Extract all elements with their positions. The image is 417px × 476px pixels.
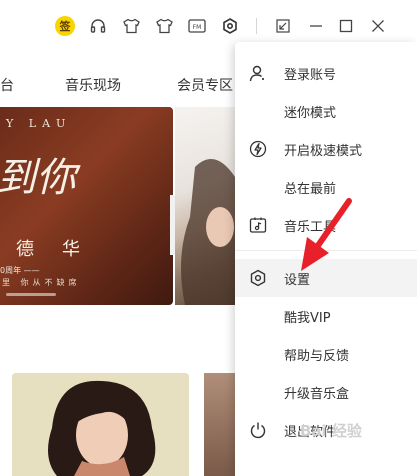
menu-item-mini-mode[interactable]: 迷你模式 [235, 92, 417, 130]
hero-banner[interactable]: Y LAU 到你 德华 0周年 —— 里 你从不缺席 [0, 107, 173, 305]
menu-item-login[interactable]: 登录账号 [235, 54, 417, 92]
sign-in-badge[interactable]: 签 [55, 16, 75, 36]
mini-mode-icon[interactable] [274, 17, 292, 35]
hero-anniversary-text: 0周年 —— [0, 266, 40, 275]
menu-item-help-feedback[interactable]: 帮助与反馈 [235, 335, 417, 373]
minimize-icon[interactable] [307, 17, 325, 35]
banner-side-image[interactable] [175, 107, 235, 305]
theme-shirt-icon[interactable] [155, 17, 173, 35]
nav-tab-vip-zone[interactable]: 会员专区 [177, 75, 233, 95]
title-separator [256, 18, 257, 34]
nav-tab-partial[interactable]: 台 [0, 75, 14, 95]
power-icon [248, 420, 268, 440]
nav-tab-live-music[interactable]: 音乐现场 [65, 75, 121, 95]
svg-text:FM: FM [193, 24, 202, 31]
watermark-text: Bai 经验 [300, 422, 362, 440]
menu-item-label: 登录账号 [284, 68, 337, 83]
hero-script-title: 到你 [0, 155, 76, 201]
user-icon [248, 63, 268, 83]
menu-item-label: 迷你模式 [284, 106, 337, 121]
menu-item-label: 帮助与反馈 [284, 349, 350, 364]
menu-item-label: 升级音乐盒 [284, 387, 350, 402]
menu-item-label: 酷我VIP [284, 311, 331, 326]
music-tool-icon [248, 215, 268, 235]
headphones-icon[interactable] [89, 17, 107, 35]
hero-artist-name: 德华 [16, 239, 108, 260]
menu-item-label: 开启极速模式 [284, 144, 363, 159]
menu-item-upgrade[interactable]: 升级音乐盒 [235, 373, 417, 411]
skin-shirt-icon[interactable] [122, 17, 140, 35]
settings-icon [248, 268, 268, 288]
fm-icon[interactable]: FM [188, 17, 206, 35]
album-card[interactable] [12, 373, 189, 476]
hero-subtitle: 里 你从不缺席 [2, 278, 81, 287]
menu-item-fast-mode[interactable]: 开启极速模式 [235, 130, 417, 168]
maximize-icon[interactable] [337, 17, 355, 35]
annotation-arrow [297, 195, 357, 279]
hero-artist-latin: Y LAU [6, 117, 72, 130]
settings-icon[interactable] [221, 17, 239, 35]
lightning-icon [248, 139, 268, 159]
close-icon[interactable] [369, 17, 387, 35]
carousel-indicator[interactable] [6, 293, 56, 296]
menu-item-vip[interactable]: 酷我VIP [235, 297, 417, 335]
